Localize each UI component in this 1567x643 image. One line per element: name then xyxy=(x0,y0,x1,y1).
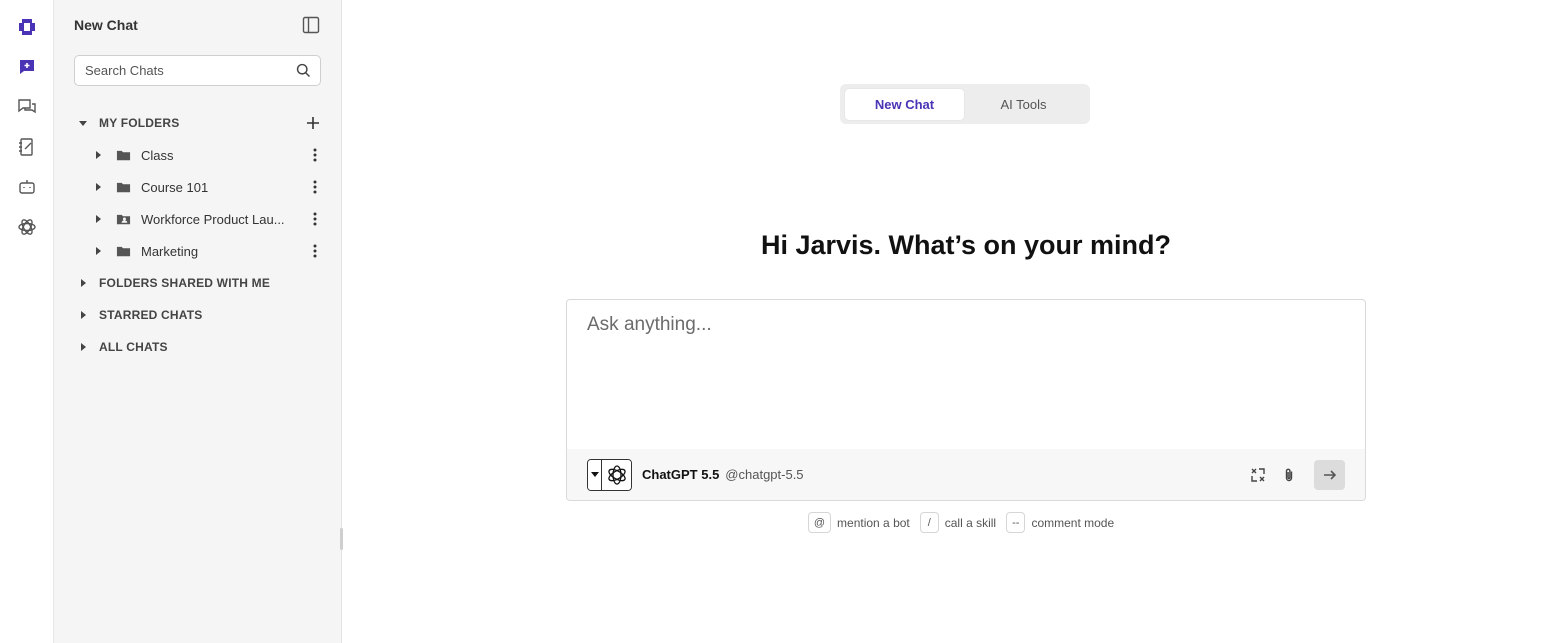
folder-icon xyxy=(116,150,131,160)
section-starred-chats[interactable]: STARRED CHATS xyxy=(54,299,341,331)
bot-handle: @chatgpt-5.5 xyxy=(725,467,804,482)
new-chat-icon[interactable] xyxy=(12,52,42,82)
arrow-right-icon xyxy=(1323,469,1336,480)
chats-icon[interactable] xyxy=(12,92,42,122)
caret-down-icon xyxy=(78,118,88,128)
hint-key: @ xyxy=(807,512,832,533)
folder-label: Workforce Product Lau... xyxy=(141,211,285,227)
folder-item-class[interactable]: Class xyxy=(54,139,341,171)
collapse-sidebar-icon[interactable] xyxy=(301,15,321,35)
logo-icon[interactable] xyxy=(12,12,42,42)
openai-logo-icon xyxy=(602,459,631,490)
hint-label: comment mode xyxy=(1031,515,1115,530)
folder-icon xyxy=(116,182,131,192)
folder-tree: MY FOLDERS Class Course 101 Workforce Pr… xyxy=(54,107,341,363)
caret-right-icon xyxy=(78,310,88,320)
search-input[interactable] xyxy=(85,63,295,78)
section-label: ALL CHATS xyxy=(99,340,168,354)
message-input[interactable] xyxy=(587,314,1347,434)
notebook-icon[interactable] xyxy=(12,132,42,162)
caret-down-icon xyxy=(588,459,602,490)
search-box xyxy=(74,55,321,86)
sidebar-title: New Chat xyxy=(74,17,138,33)
sidebar-header: New Chat xyxy=(54,0,341,50)
tab-new-chat[interactable]: New Chat xyxy=(845,88,964,120)
caret-right-icon xyxy=(93,182,103,192)
section-label: MY FOLDERS xyxy=(99,116,180,130)
caret-right-icon xyxy=(93,214,103,224)
send-button[interactable] xyxy=(1314,459,1345,490)
main-panel: New Chat AI Tools Hi Jarvis. What’s on y… xyxy=(342,0,1567,643)
more-options-icon[interactable] xyxy=(309,147,321,163)
icon-rail xyxy=(0,0,54,643)
add-folder-icon[interactable] xyxy=(305,115,321,131)
caret-right-icon xyxy=(93,246,103,256)
chat-sidebar: New Chat MY FOLDERS Class Course 1 xyxy=(54,0,343,643)
folder-item-marketing[interactable]: Marketing xyxy=(54,235,341,267)
tab-ai-tools[interactable]: AI Tools xyxy=(964,89,1083,120)
bot-selector[interactable] xyxy=(587,458,632,491)
folder-item-course-101[interactable]: Course 101 xyxy=(54,171,341,203)
disable-skills-icon[interactable] xyxy=(1247,464,1269,486)
shared-folder-icon xyxy=(116,214,131,224)
folder-icon xyxy=(116,246,131,256)
paperclip-icon[interactable] xyxy=(1278,464,1300,486)
caret-right-icon xyxy=(78,342,88,352)
chat-composer: ChatGPT 5.5 @chatgpt-5.5 xyxy=(566,299,1366,501)
section-my-folders[interactable]: MY FOLDERS xyxy=(54,107,341,139)
greeting-heading: Hi Jarvis. What’s on your mind? xyxy=(760,230,1172,260)
more-options-icon[interactable] xyxy=(309,179,321,195)
hint-key: -- xyxy=(1006,512,1026,533)
section-label: FOLDERS SHARED WITH ME xyxy=(99,276,271,290)
search-icon[interactable] xyxy=(295,62,312,79)
caret-right-icon xyxy=(78,278,88,288)
hint-label: mention a bot xyxy=(837,515,910,530)
bot-name: ChatGPT 5.5 xyxy=(642,467,720,482)
section-label: STARRED CHATS xyxy=(99,308,203,322)
mode-tabs: New Chat AI Tools xyxy=(840,84,1090,124)
section-all-chats[interactable]: ALL CHATS xyxy=(54,331,341,363)
more-options-icon[interactable] xyxy=(309,243,321,259)
folder-label: Marketing xyxy=(141,243,199,259)
folder-label: Course 101 xyxy=(141,179,209,195)
composer-toolbar: ChatGPT 5.5 @chatgpt-5.5 xyxy=(567,449,1365,500)
caret-right-icon xyxy=(93,150,103,160)
folder-item-workforce-product[interactable]: Workforce Product Lau... xyxy=(54,203,341,235)
more-options-icon[interactable] xyxy=(309,211,321,227)
shortcut-hints: @ mention a bot / call a skill -- commen… xyxy=(566,512,1366,533)
science-icon[interactable] xyxy=(12,212,42,242)
folder-label: Class xyxy=(141,147,174,163)
hint-key: / xyxy=(919,512,939,533)
section-folders-shared[interactable]: FOLDERS SHARED WITH ME xyxy=(54,267,341,299)
hint-label: call a skill xyxy=(944,515,997,530)
app-root: New Chat MY FOLDERS Class Course 1 xyxy=(0,0,1567,643)
bots-icon[interactable] xyxy=(12,172,42,202)
composer-actions xyxy=(1238,459,1345,490)
